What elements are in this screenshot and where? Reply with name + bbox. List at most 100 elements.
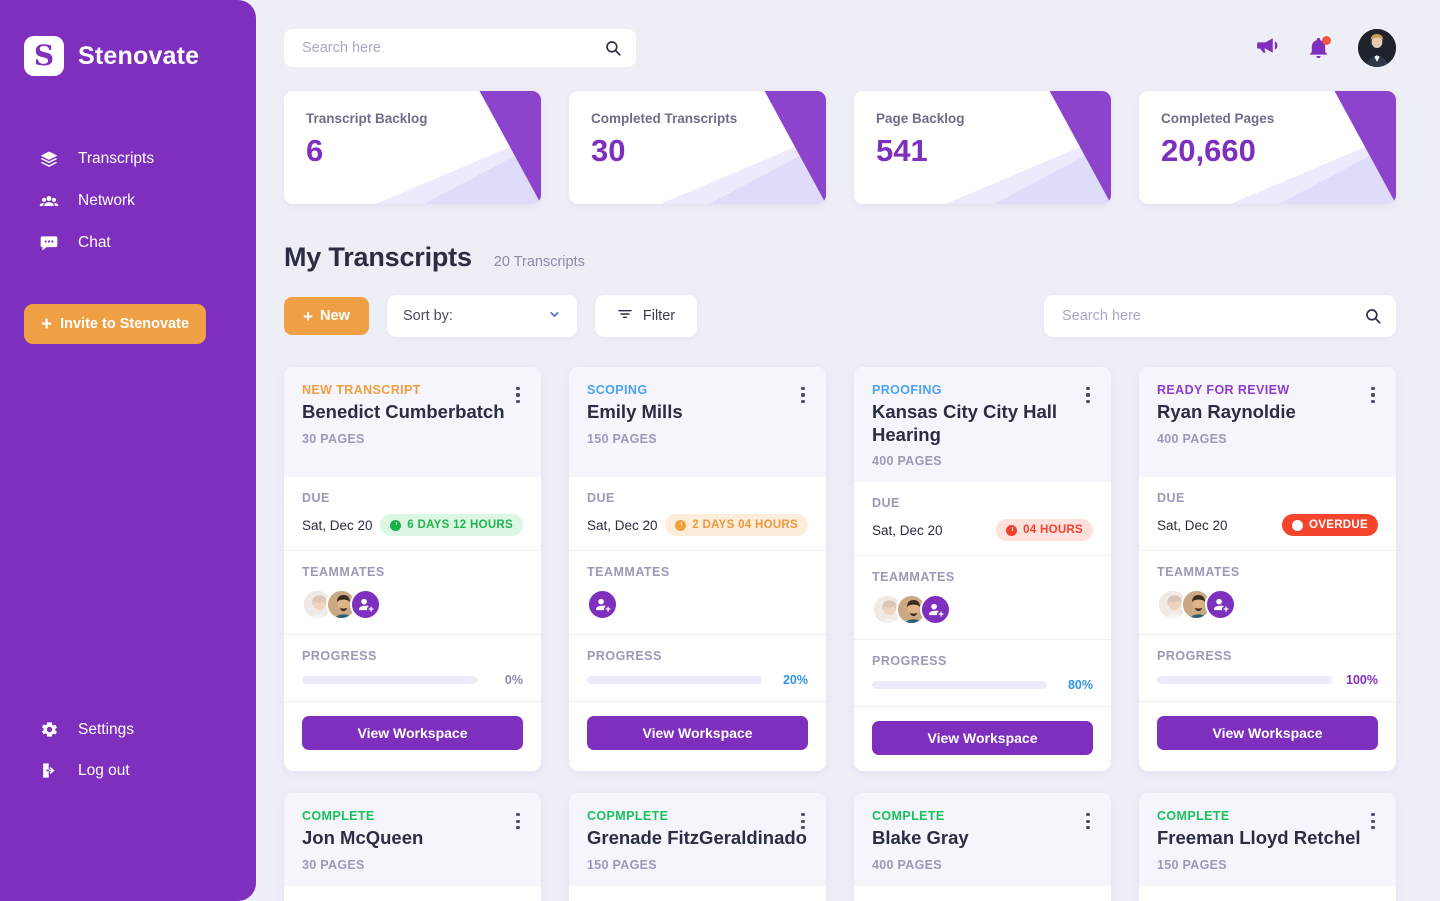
card-menu-icon[interactable] <box>794 385 812 405</box>
bell-icon[interactable] <box>1307 37 1330 60</box>
card-menu-icon[interactable] <box>794 811 812 831</box>
page-title: My Transcripts <box>284 242 472 273</box>
transcript-card[interactable]: COPMPLETEGrenade FitzGeraldinado150 PAGE… <box>569 793 826 901</box>
progress-label: PROGRESS <box>1157 649 1378 663</box>
sort-by-label: Sort by: <box>403 308 453 324</box>
page-count: 150 PAGES <box>587 858 808 872</box>
layers-icon <box>38 149 60 169</box>
filter-button[interactable]: Filter <box>595 295 697 337</box>
progress-section: PROGRESS 100% <box>1139 635 1396 702</box>
avatar-stack <box>587 589 808 620</box>
due-date: Sat, Dec 20 <box>872 523 943 538</box>
teammates-section: TEAMMATES <box>284 551 541 635</box>
search-input[interactable] <box>284 29 636 67</box>
transcript-name: Kansas City City Hall Hearing <box>872 401 1093 446</box>
due-countdown-text: OVERDUE <box>1309 519 1368 531</box>
avatar[interactable] <box>1358 29 1396 67</box>
progress-bar <box>1157 676 1332 684</box>
sidebar-item-network[interactable]: Network <box>0 180 256 222</box>
add-teammate-button[interactable] <box>587 589 618 620</box>
logout-icon <box>38 761 60 780</box>
search-icon[interactable] <box>604 39 622 57</box>
transcript-card[interactable]: PROOFINGKansas City City Hall Hearing400… <box>854 367 1111 771</box>
search-icon[interactable] <box>1364 307 1382 325</box>
due-section <box>569 886 826 901</box>
view-workspace-button[interactable]: View Workspace <box>302 716 523 750</box>
due-label: DUE <box>1157 491 1378 505</box>
stat-card-transcript-backlog[interactable]: Transcript Backlog 6 <box>284 91 541 204</box>
due-section: DUESat, Dec 206 DAYS 12 HOURS <box>284 477 541 551</box>
plus-icon: + <box>41 315 52 334</box>
transcript-card[interactable]: COMPLETEFreeman Lloyd Retchel150 PAGES <box>1139 793 1396 901</box>
due-section <box>284 886 541 901</box>
megaphone-icon[interactable] <box>1254 33 1279 63</box>
due-countdown-text: 04 HOURS <box>1023 524 1083 536</box>
due-section: DUESat, Dec 2004 HOURS <box>854 482 1111 556</box>
card-menu-icon[interactable] <box>509 385 527 405</box>
sort-by-dropdown[interactable]: Sort by: <box>387 295 577 337</box>
transcript-card[interactable]: READY FOR REVIEWRyan Raynoldie400 PAGESD… <box>1139 367 1396 771</box>
avatar-stack <box>302 589 523 620</box>
due-label: DUE <box>587 491 808 505</box>
progress-percent: 100% <box>1344 673 1378 687</box>
page-count: 400 PAGES <box>1157 432 1378 446</box>
due-section <box>854 886 1111 901</box>
search-input[interactable] <box>1044 295 1396 337</box>
invite-to-stenovate-button[interactable]: + Invite to Stenovate <box>24 304 206 344</box>
stat-label: Page Backlog <box>876 111 1089 126</box>
view-workspace-button[interactable]: View Workspace <box>872 721 1093 755</box>
progress-bar <box>302 676 477 684</box>
sidebar-item-logout[interactable]: Log out <box>0 750 256 791</box>
stat-card-completed-transcripts[interactable]: Completed Transcripts 30 <box>569 91 826 204</box>
stat-card-completed-pages[interactable]: Completed Pages 20,660 <box>1139 91 1396 204</box>
teammates-section: TEAMMATES <box>569 551 826 635</box>
due-label: DUE <box>302 491 523 505</box>
progress-label: PROGRESS <box>587 649 808 663</box>
transcript-name: Ryan Raynoldie <box>1157 401 1378 424</box>
page-count: 400 PAGES <box>872 858 1093 872</box>
teammates-label: TEAMMATES <box>1157 565 1378 579</box>
sidebar-item-chat[interactable]: Chat <box>0 222 256 264</box>
progress-percent: 80% <box>1059 678 1093 692</box>
due-countdown-badge: 2 DAYS 04 HOURS <box>665 514 808 536</box>
card-header: COMPLETEJon McQueen30 PAGES <box>284 793 541 886</box>
sidebar-item-settings[interactable]: Settings <box>0 709 256 750</box>
clock-icon <box>675 520 686 531</box>
card-menu-icon[interactable] <box>1079 811 1097 831</box>
card-menu-icon[interactable] <box>509 811 527 831</box>
stat-value: 30 <box>591 133 804 169</box>
card-header: COMPLETEBlake Gray400 PAGES <box>854 793 1111 886</box>
sidebar-item-transcripts[interactable]: Transcripts <box>0 138 256 180</box>
add-teammate-button[interactable] <box>350 589 381 620</box>
transcript-search[interactable] <box>1044 295 1396 337</box>
global-search[interactable] <box>284 29 636 67</box>
stat-value: 20,660 <box>1161 133 1374 169</box>
sidebar-item-label: Settings <box>78 721 134 739</box>
gear-icon <box>38 720 60 739</box>
view-workspace-button[interactable]: View Workspace <box>587 716 808 750</box>
transcript-card[interactable]: COMPLETEJon McQueen30 PAGES <box>284 793 541 901</box>
card-menu-icon[interactable] <box>1079 385 1097 405</box>
progress-section: PROGRESS80% <box>854 640 1111 707</box>
card-footer: View Workspace <box>854 707 1111 771</box>
card-header: SCOPINGEmily Mills150 PAGES <box>569 367 826 477</box>
status-badge: COMPLETE <box>1157 809 1378 823</box>
progress-label: PROGRESS <box>302 649 523 663</box>
transcript-grid-row-1: NEW TRANSCRIPTBenedict Cumberbatch30 PAG… <box>256 337 1440 771</box>
card-menu-icon[interactable] <box>1364 385 1382 405</box>
transcript-name: Emily Mills <box>587 401 808 424</box>
new-label: New <box>320 308 350 324</box>
transcript-card[interactable]: NEW TRANSCRIPTBenedict Cumberbatch30 PAG… <box>284 367 541 771</box>
transcript-card[interactable]: COMPLETEBlake Gray400 PAGES <box>854 793 1111 901</box>
card-header: READY FOR REVIEWRyan Raynoldie400 PAGES <box>1139 367 1396 477</box>
add-teammate-button[interactable] <box>920 594 951 625</box>
new-transcript-button[interactable]: + New <box>284 297 369 335</box>
stat-card-page-backlog[interactable]: Page Backlog 541 <box>854 91 1111 204</box>
page-count: 150 PAGES <box>1157 858 1378 872</box>
transcript-card[interactable]: SCOPINGEmily Mills150 PAGESDUESat, Dec 2… <box>569 367 826 771</box>
add-teammate-button[interactable] <box>1205 589 1236 620</box>
clock-icon <box>1292 520 1303 531</box>
card-menu-icon[interactable] <box>1364 811 1382 831</box>
progress-section: PROGRESS20% <box>569 635 826 702</box>
view-workspace-button[interactable]: View Workspace <box>1157 716 1378 750</box>
